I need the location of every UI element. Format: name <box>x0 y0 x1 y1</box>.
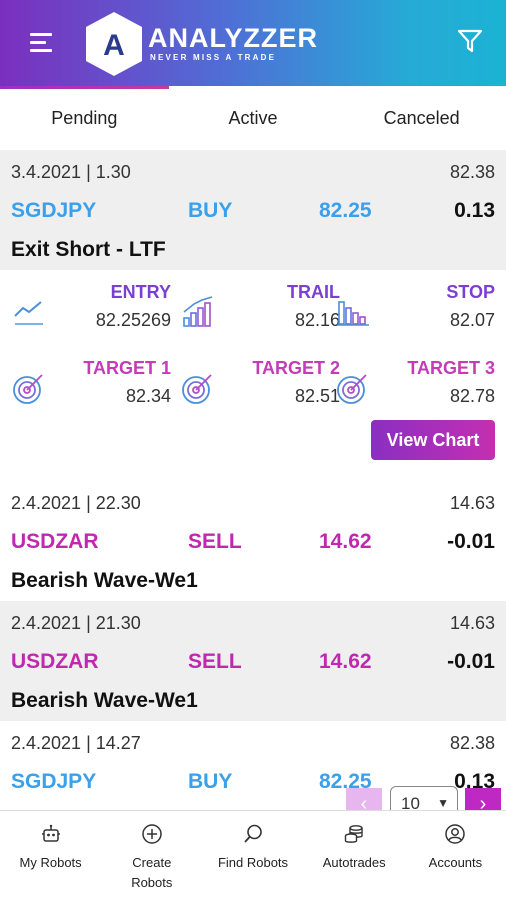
trade-date: 2.4.2021 | 14.27 <box>11 732 141 753</box>
trade-side: SELL <box>188 650 242 673</box>
bottom-nav: My Robots Create Robots Find Robots Auto… <box>0 810 506 900</box>
nav-label: Accounts <box>428 855 483 870</box>
target2-cell: TARGET 2 82.51 <box>180 358 340 418</box>
trade-price: 14.62 <box>319 530 372 553</box>
trade-side: SELL <box>188 530 242 553</box>
trail-cell: TRAIL 82.16 <box>180 282 340 342</box>
nav-my-robots[interactable]: My Robots <box>0 811 101 900</box>
trade-ref-price: 82.38 <box>449 161 495 182</box>
trade-price: 82.25 <box>319 199 372 222</box>
brand-tagline: NEVER MISS A TRADE <box>150 53 277 62</box>
view-chart-button[interactable]: View Chart <box>371 420 495 460</box>
trade-symbol: SGDJPY <box>11 770 97 793</box>
trade-symbol: SGDJPY <box>11 199 97 222</box>
filter-icon[interactable] <box>457 28 483 54</box>
trade-card[interactable]: 2.4.2021 | 21.30 14.63 USDZAR SELL 14.62… <box>0 601 506 721</box>
stop-label: STOP <box>446 282 495 302</box>
trade-date: 2.4.2021 | 21.30 <box>11 612 141 633</box>
trade-side: BUY <box>188 770 233 793</box>
entry-value: 82.25269 <box>95 310 171 330</box>
trade-pnl: -0.01 <box>447 530 495 553</box>
tab-active[interactable]: Active <box>169 86 338 150</box>
trade-strategy: Bearish Wave-We1 <box>11 689 198 712</box>
stop-value: 82.07 <box>449 310 495 330</box>
entry-label: ENTRY <box>110 282 171 302</box>
trade-card[interactable]: 2.4.2021 | 22.30 14.63 USDZAR SELL 14.62… <box>0 481 506 601</box>
coins-icon <box>345 825 363 843</box>
trade-list: 3.4.2021 | 1.30 82.38 SGDJPY BUY 82.25 0… <box>0 150 506 810</box>
trade-symbol: USDZAR <box>11 530 99 553</box>
nav-label: My Robots <box>19 855 82 870</box>
trade-card[interactable]: 3.4.2021 | 1.30 82.38 SGDJPY BUY 82.25 0… <box>0 150 506 481</box>
trade-strategy: Bearish Wave-We1 <box>11 569 198 592</box>
trade-strategy: Exit Short - LTF <box>11 238 166 261</box>
trade-date: 2.4.2021 | 22.30 <box>11 492 141 513</box>
target-icon <box>337 374 367 404</box>
status-tabs: Pending Active Canceled <box>0 86 506 150</box>
trade-side: BUY <box>188 199 233 222</box>
trail-label: TRAIL <box>287 282 340 302</box>
nav-label: Find Robots <box>217 855 289 870</box>
target1-label: TARGET 1 <box>83 358 171 378</box>
nav-accounts[interactable]: Accounts <box>405 811 506 900</box>
nav-autotrades[interactable]: Autotrades <box>304 811 405 900</box>
logo-icon: A <box>86 12 142 76</box>
trade-date: 3.4.2021 | 1.30 <box>11 161 131 182</box>
chevron-down-icon: ▼ <box>437 796 449 810</box>
hamburger-icon[interactable] <box>30 33 54 53</box>
tab-pending[interactable]: Pending <box>0 86 169 150</box>
plus-circle-icon <box>142 824 162 844</box>
brand-name: ANALYZZER <box>148 23 319 53</box>
trade-ref-price: 14.63 <box>449 612 495 633</box>
target3-label: TARGET 3 <box>407 358 495 378</box>
trade-pnl: 0.13 <box>454 199 495 222</box>
entry-cell: ENTRY 82.25269 <box>11 282 171 342</box>
trail-value: 82.16 <box>294 310 340 330</box>
user-circle-icon <box>445 824 466 844</box>
target1-value: 82.34 <box>125 386 171 406</box>
trade-ref-price: 14.63 <box>449 492 495 513</box>
svg-text:A: A <box>103 29 125 62</box>
target-icon <box>13 374 43 404</box>
nav-find-robots[interactable]: Find Robots <box>202 811 303 900</box>
line-chart-icon <box>14 301 43 325</box>
nav-label: Autotrades <box>322 855 386 870</box>
tab-canceled[interactable]: Canceled <box>337 86 506 150</box>
target3-cell: TARGET 3 82.78 <box>335 358 495 418</box>
nav-label: Create Robots <box>131 855 173 890</box>
robot-icon <box>41 824 60 842</box>
bar-growth-icon <box>183 296 213 327</box>
trade-price: 14.62 <box>319 650 372 673</box>
stop-cell: STOP 82.07 <box>335 282 495 342</box>
trade-details: ENTRY 82.25269 TRAIL 82.16 STOP 82.07 TA… <box>0 270 506 481</box>
search-icon <box>244 824 262 843</box>
target1-cell: TARGET 1 82.34 <box>11 358 171 418</box>
bar-decline-icon <box>337 301 369 326</box>
target-icon <box>182 374 212 404</box>
target2-label: TARGET 2 <box>252 358 340 378</box>
nav-create-robots[interactable]: Create Robots <box>101 811 202 900</box>
trade-symbol: USDZAR <box>11 650 99 673</box>
target2-value: 82.51 <box>294 386 340 406</box>
trade-pnl: -0.01 <box>447 650 495 673</box>
trade-ref-price: 82.38 <box>449 732 495 753</box>
app-header: A ANALYZZER NEVER MISS A TRADE <box>0 0 506 86</box>
target3-value: 82.78 <box>449 386 495 406</box>
